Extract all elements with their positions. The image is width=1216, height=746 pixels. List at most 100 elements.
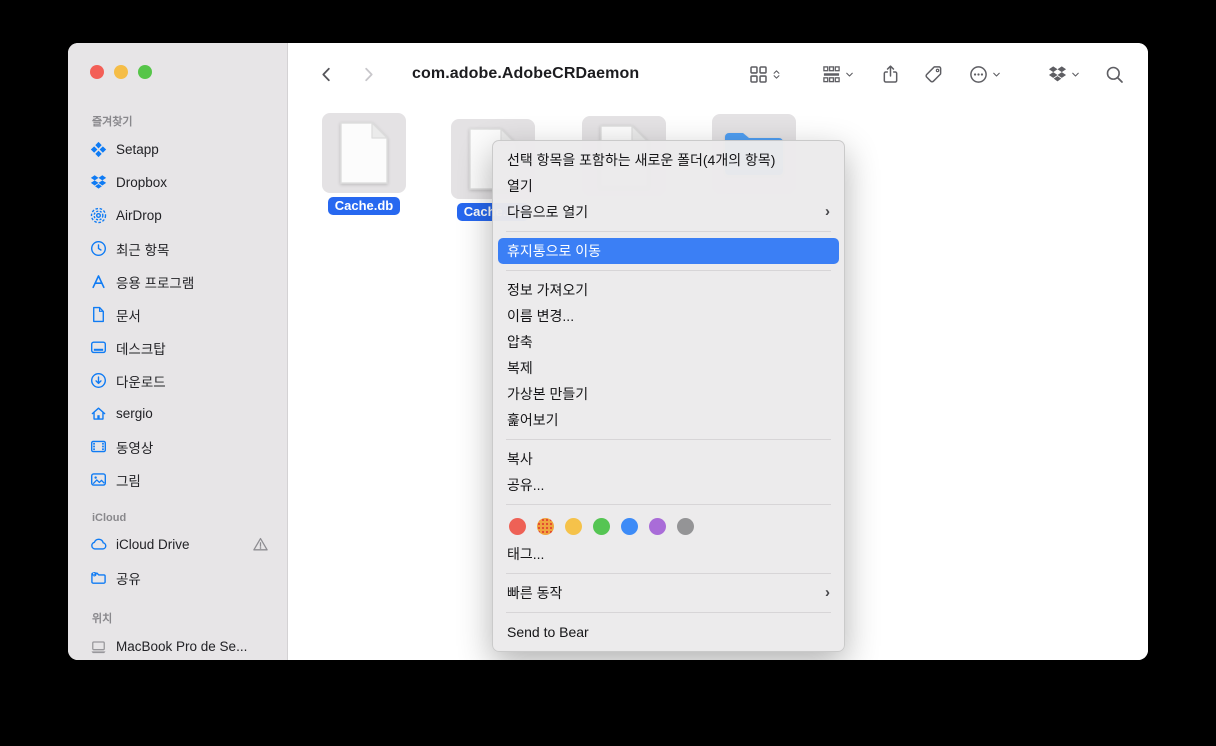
menu-separator [506,270,831,271]
sidebar-item-downloads[interactable]: 다운로드 [90,364,277,397]
tag-blue[interactable] [621,517,638,535]
menu-item-quick-look[interactable]: 훑어보기 [493,407,844,433]
menu-item-label: 공유... [507,477,545,493]
sidebar-item-movies[interactable]: 동영상 [90,430,277,463]
menu-item-open-with[interactable]: 다음으로 열기 › [493,199,844,225]
menu-item-share[interactable]: 공유... [493,472,844,498]
forward-button[interactable] [360,61,386,87]
sidebar-item-label: 다운로드 [116,374,166,390]
menu-item-tags[interactable]: 태그... [493,541,844,567]
desktop-icon [90,339,107,356]
tags-button[interactable] [924,65,943,84]
context-menu: 선택 항목을 포함하는 새로운 폴더(4개의 항목) 열기 다음으로 열기 › … [492,140,845,652]
download-icon [90,372,107,389]
cloud-icon [90,536,107,553]
window-title: com.adobe.AdobeCRDaemon [412,65,640,82]
menu-item-send-to-bear[interactable]: Send to Bear [493,619,844,645]
menu-item-label: 열기 [507,178,533,194]
applications-icon [90,273,107,290]
tag-purple[interactable] [649,517,666,535]
more-actions-button[interactable] [969,65,1002,84]
ellipsis-circle-icon [969,65,988,84]
search-button[interactable] [1105,65,1124,84]
menu-item-make-alias[interactable]: 가상본 만들기 [493,381,844,407]
warning-icon [252,536,269,553]
minimize-button[interactable] [114,65,128,79]
menu-item-copy[interactable]: 복사 [493,446,844,472]
sidebar-item-pictures[interactable]: 그림 [90,463,277,496]
menu-separator [506,439,831,440]
submenu-chevron-icon: › [825,203,830,220]
sidebar-section-favorites: 즐겨찾기 [92,116,133,128]
chevron-down-icon [844,68,855,81]
sidebar-item-shared[interactable]: 공유 [90,561,277,594]
file-selection-highlight [322,113,406,193]
film-icon [90,438,107,455]
sidebar-item-icloud-drive[interactable]: iCloud Drive [90,528,277,561]
photos-icon [90,471,107,488]
tag-icon [924,65,943,84]
menu-separator [506,573,831,574]
search-icon [1105,65,1124,84]
sidebar-section-icloud: iCloud [92,512,127,524]
file-cache-db-1[interactable]: Cache.db [318,113,410,215]
menu-item-get-info[interactable]: 정보 가져오기 [493,277,844,303]
sidebar-item-label: 그림 [116,473,141,489]
menu-item-new-folder-with-selection[interactable]: 선택 항목을 포함하는 새로운 폴더(4개의 항목) [493,147,844,173]
tag-red[interactable] [509,517,526,535]
sidebar-item-macbook[interactable]: MacBook Pro de Se... [90,630,277,660]
menu-item-quick-actions[interactable]: 빠른 동작 › [493,580,844,606]
close-button[interactable] [90,65,104,79]
menu-item-label: 다음으로 열기 [507,204,589,220]
share-icon [881,65,900,84]
dropbox-toolbar-button[interactable] [1048,65,1081,84]
sidebar-item-desktop[interactable]: 데스크탑 [90,331,277,364]
sidebar-item-label: 데스크탑 [116,341,166,357]
chevron-down-icon [1070,68,1081,81]
menu-item-duplicate[interactable]: 복제 [493,355,844,381]
setapp-icon [90,141,107,158]
share-button[interactable] [881,65,900,84]
tag-gray[interactable] [677,517,694,535]
menu-item-label: 태그... [507,546,545,562]
menu-item-label: 복제 [507,360,533,376]
menu-separator [506,231,831,232]
sidebar-item-label: 공유 [116,571,141,587]
tag-green[interactable] [593,517,610,535]
sidebar-item-label: 동영상 [116,440,154,456]
tag-yellow[interactable] [565,517,582,535]
sidebar-item-label: 최근 항목 [116,242,170,258]
airdrop-icon [90,207,107,224]
menu-item-open[interactable]: 열기 [493,173,844,199]
sidebar-item-setapp[interactable]: Setapp [90,133,277,166]
sidebar-item-recents[interactable]: 최근 항목 [90,232,277,265]
menu-item-label: 휴지통으로 이동 [507,243,602,259]
chevron-down-icon [991,68,1002,81]
view-grid-icon [749,65,768,84]
view-options-button[interactable] [749,65,782,84]
sidebar-item-home[interactable]: sergio [90,397,277,430]
sidebar-item-airdrop[interactable]: AirDrop [90,199,277,232]
menu-item-label: 가상본 만들기 [507,386,589,402]
menu-item-label: 압축 [507,334,533,350]
menu-item-label: 선택 항목을 포함하는 새로운 폴더(4개의 항목) [507,152,776,168]
sidebar-item-dropbox[interactable]: Dropbox [90,166,277,199]
toolbar: com.adobe.AdobeCRDaemon [288,43,1148,105]
submenu-chevron-icon: › [825,584,830,601]
sidebar-item-applications[interactable]: 응용 프로그램 [90,265,277,298]
tag-orange[interactable] [537,517,554,535]
sidebar-item-documents[interactable]: 문서 [90,298,277,331]
menu-item-label: 훑어보기 [507,412,559,428]
group-by-button[interactable] [822,65,855,84]
sidebar: 즐겨찾기 Setapp Dropbox AirDrop 최근 항목 응용 프로그… [68,43,288,660]
menu-item-rename[interactable]: 이름 변경... [493,303,844,329]
sidebar-item-label: 응용 프로그램 [116,275,195,291]
menu-item-label: 정보 가져오기 [507,282,589,298]
window-controls [68,43,287,101]
back-button[interactable] [318,61,344,87]
menu-item-label: 이름 변경... [507,308,575,324]
menu-item-move-to-trash[interactable]: 휴지통으로 이동 [498,238,839,264]
menu-item-compress[interactable]: 압축 [493,329,844,355]
sidebar-item-label: Dropbox [116,175,168,190]
zoom-button[interactable] [138,65,152,79]
